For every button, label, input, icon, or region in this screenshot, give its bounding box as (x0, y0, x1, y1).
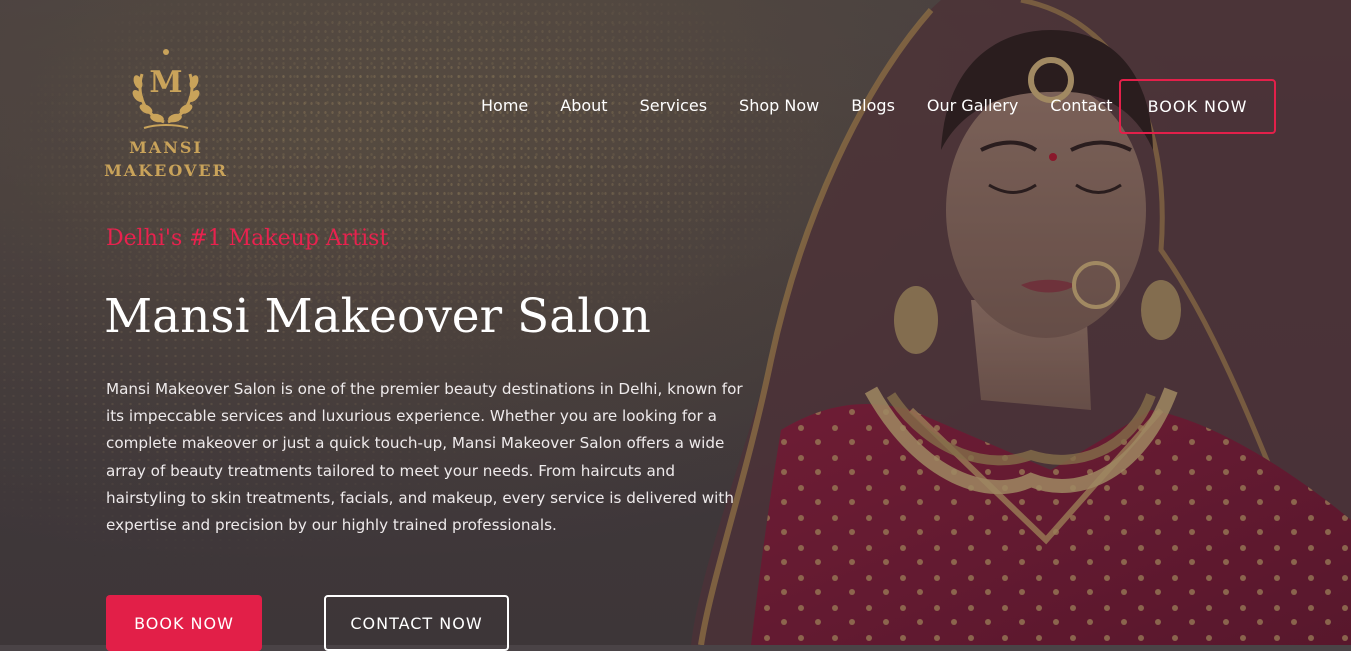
book-now-button[interactable]: BOOK NOW (106, 595, 262, 651)
laurel-wreath-icon: M (132, 49, 200, 129)
hero-tagline: Delhi's #1 Makeup Artist (106, 226, 389, 251)
nav-item-shop-now[interactable]: Shop Now (723, 95, 835, 117)
nav-item-about[interactable]: About (544, 95, 623, 117)
brand-name: MANSI MAKEOVER (104, 136, 228, 182)
hero-description: Mansi Makeover Salon is one of the premi… (106, 380, 743, 535)
main-nav: Home About Services Shop Now Blogs Our G… (465, 95, 1129, 117)
nav-item-blogs[interactable]: Blogs (835, 95, 911, 117)
header-book-now-button[interactable]: BOOK NOW (1119, 79, 1276, 134)
nav-item-home[interactable]: Home (465, 95, 544, 117)
nav-item-contact[interactable]: Contact (1034, 95, 1128, 117)
nav-item-our-gallery[interactable]: Our Gallery (911, 95, 1034, 117)
svg-text:M: M (149, 65, 182, 100)
brand-logo[interactable]: M MANSI MAKEOVER (104, 44, 228, 182)
brand-name-line2: MAKEOVER (104, 161, 228, 180)
nav-item-services[interactable]: Services (624, 95, 723, 117)
brand-name-line1: MANSI (129, 138, 203, 157)
contact-now-button[interactable]: CONTACT NOW (324, 595, 509, 651)
page-title: Mansi Makeover Salon (104, 289, 651, 344)
